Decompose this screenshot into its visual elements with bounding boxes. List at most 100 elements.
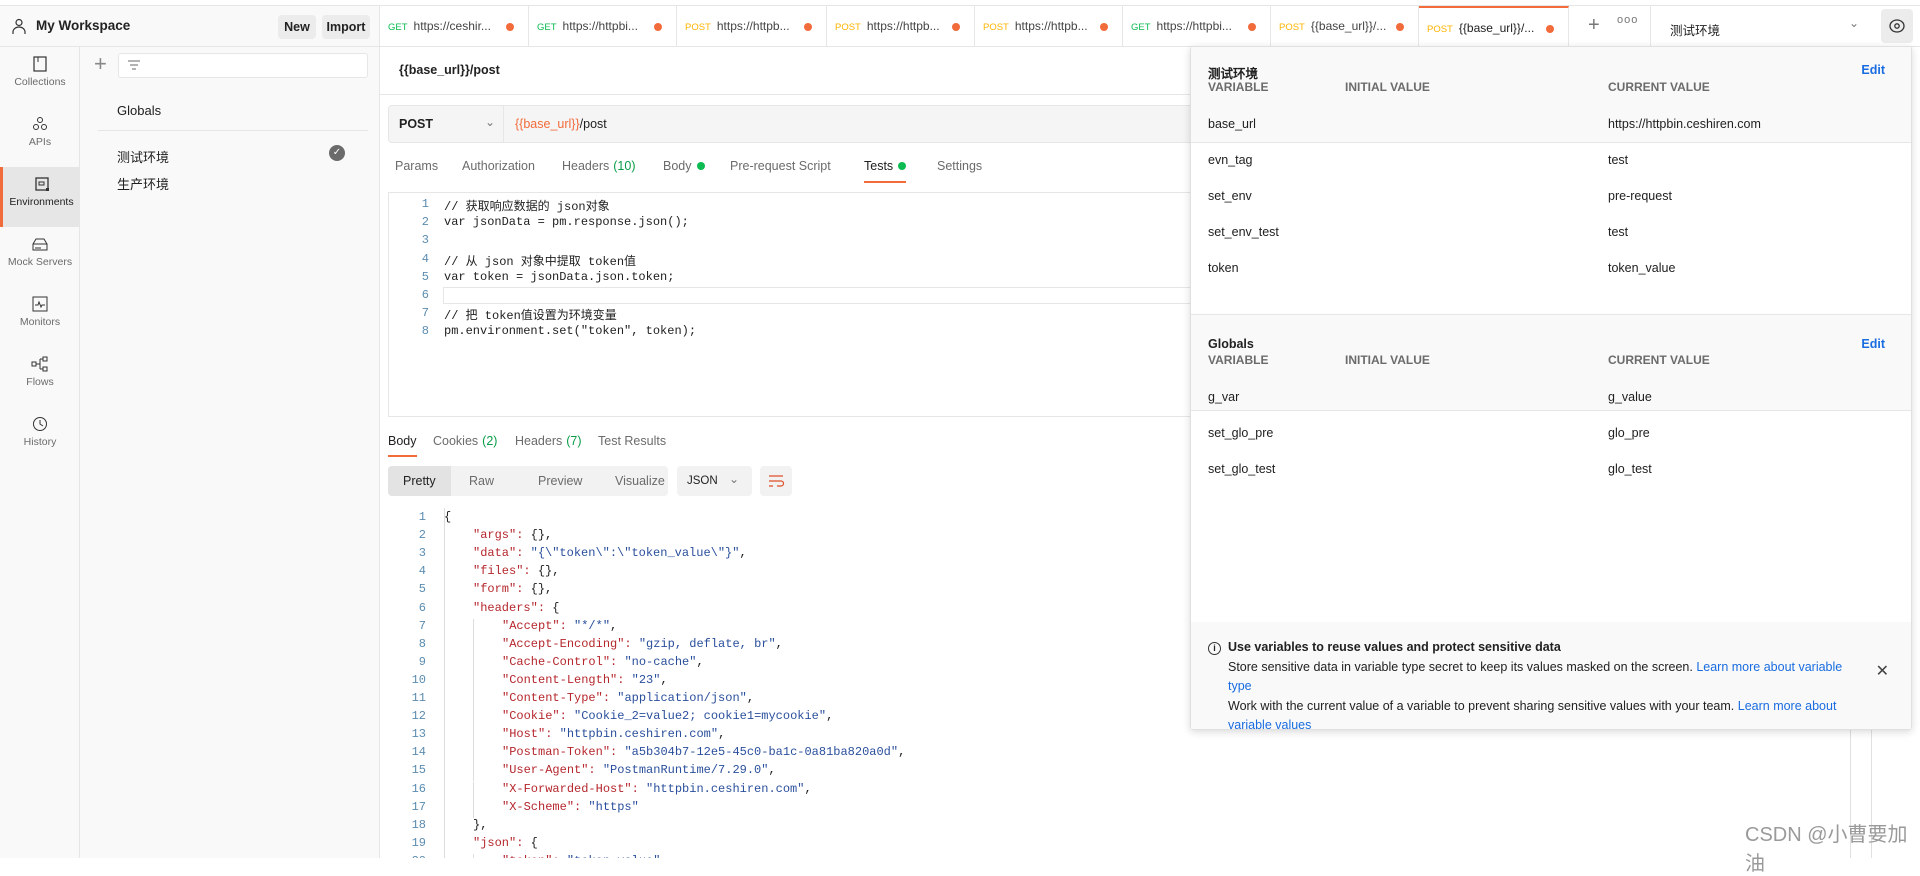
format-select[interactable]: JSON ⌄: [677, 466, 752, 496]
tab-params[interactable]: Params: [395, 159, 438, 173]
request-tab[interactable]: GET https://ceshir...: [380, 6, 529, 47]
active-check-icon[interactable]: ✓: [329, 145, 345, 161]
line-number: 10: [411, 672, 426, 687]
response-tab-body[interactable]: Body: [388, 434, 417, 457]
json-key: Cookie: [509, 709, 553, 724]
variable-value: g_value: [1608, 390, 1652, 404]
json-line: "form": {},: [473, 582, 553, 597]
line-number: 18: [411, 817, 426, 832]
response-tab-cookies[interactable]: Cookies (2): [433, 434, 497, 448]
sidebar-item-apis[interactable]: APIs: [0, 107, 80, 167]
request-tab[interactable]: POST https://httpb...: [677, 6, 827, 47]
filter-input[interactable]: [118, 53, 368, 78]
count-badge: (7): [566, 434, 582, 448]
tab-label: https://httpbi...: [1156, 19, 1232, 33]
json-key: Host: [509, 727, 539, 742]
json-line: "json": {: [473, 835, 538, 850]
more-tabs-icon[interactable]: ooo: [1617, 14, 1638, 26]
edit-environment-link[interactable]: Edit: [1861, 63, 1885, 77]
close-icon[interactable]: ✕: [1876, 662, 1889, 682]
json-line: "token": "token_value": [502, 854, 660, 858]
json-value: PostmanRuntime/7.29.0: [610, 763, 762, 778]
wrap-icon: [769, 475, 785, 487]
current-line-highlight: [443, 287, 1203, 304]
environment-item[interactable]: 生产环境: [117, 174, 169, 193]
request-tab[interactable]: POST https://httpb...: [827, 6, 975, 47]
json-line: "Host": "httpbin.ceshiren.com",: [502, 727, 726, 742]
script-editor[interactable]: 1 // 获取响应数据的 json对象 2 var jsonData = pm.res…: [388, 192, 1203, 417]
eye-icon: [1889, 19, 1905, 33]
response-tab-headers[interactable]: Headers (7): [515, 434, 582, 448]
url-input[interactable]: {{base_url}}/post: [515, 117, 607, 131]
sidebar-item-history[interactable]: History: [0, 407, 80, 467]
line-number: 1: [418, 510, 426, 524]
json-line: "User-Agent": "PostmanRuntime/7.29.0",: [502, 763, 776, 778]
environments-icon: [34, 177, 49, 191]
import-button[interactable]: Import: [322, 15, 370, 39]
line-number: 17: [411, 799, 426, 814]
sidebar-item-mock-servers[interactable]: Mock Servers: [0, 227, 80, 287]
view-preview[interactable]: Preview: [523, 466, 597, 496]
line-number: 19: [411, 835, 426, 850]
environment-quick-look-button[interactable]: [1881, 9, 1913, 43]
info-text: Store sensitive data in variable type se…: [1228, 659, 1843, 694]
tab-tests[interactable]: Tests: [864, 159, 907, 183]
variable-value: glo_test: [1608, 462, 1652, 476]
tab-pre-request-script[interactable]: Pre-request Script: [730, 159, 831, 173]
request-tab[interactable]: POST https://httpb...: [975, 6, 1123, 47]
view-pretty[interactable]: Pretty: [388, 466, 451, 496]
line-number: 7: [421, 306, 429, 321]
sidebar-item-flows[interactable]: Flows: [0, 347, 80, 407]
line-number: 12: [411, 709, 426, 724]
workspace-name[interactable]: My Workspace: [36, 18, 130, 33]
environment-item[interactable]: 测试环境: [117, 147, 169, 166]
json-key: form: [480, 582, 510, 597]
tab-body[interactable]: Body: [663, 159, 705, 173]
code-line: // 从 json 对象中提取 token值: [444, 254, 637, 269]
request-tab[interactable]: POST {{base_url}}/...: [1419, 6, 1569, 47]
sidebar-item-collections[interactable]: Collections: [0, 47, 80, 107]
add-environment-icon[interactable]: +: [94, 51, 107, 77]
line-number: 5: [421, 269, 429, 284]
method-select[interactable]: POST: [399, 117, 433, 131]
json-line: "Accept-Encoding": "gzip, deflate, br",: [502, 636, 783, 651]
new-tab-plus-icon[interactable]: +: [1588, 14, 1600, 37]
new-button[interactable]: New: [278, 15, 316, 39]
json-value: a5b304b7-12e5-45c0-ba1c-0a81ba820a0d: [631, 745, 891, 760]
response-tab-test-results[interactable]: Test Results: [598, 434, 666, 448]
globals-item[interactable]: Globals: [117, 103, 161, 118]
view-toggle: Pretty Raw Preview Visualize: [388, 466, 668, 496]
json-line: "Accept": "*/*",: [502, 618, 618, 633]
line-number: 2: [418, 528, 426, 543]
view-raw[interactable]: Raw: [454, 466, 509, 496]
tab-settings[interactable]: Settings: [937, 159, 982, 173]
request-tab[interactable]: GET https://httpbi...: [529, 6, 677, 47]
method-label: POST: [1279, 22, 1305, 33]
request-tab[interactable]: GET https://httpbi...: [1123, 6, 1271, 47]
view-visualize[interactable]: Visualize: [600, 466, 680, 496]
wrap-lines-button[interactable]: [760, 466, 792, 496]
tab-authorization[interactable]: Authorization: [462, 159, 535, 173]
code-line: var jsonData = pm.response.json();: [444, 215, 689, 230]
variable-name: token: [1208, 261, 1239, 275]
info-text: Work with the current value of a variabl…: [1228, 698, 1837, 733]
method-label: POST: [1427, 24, 1453, 35]
response-body[interactable]: 1 {2 "args": {}, 3 "data": "{\"token\":\"tok…: [380, 508, 1190, 858]
sidebar-item-environments[interactable]: Environments: [0, 167, 80, 227]
unsaved-dot-icon: [1546, 25, 1554, 33]
mock-servers-icon: [32, 238, 48, 251]
line-number: 6: [421, 288, 429, 302]
json-value: httpbin.ceshiren.com: [566, 727, 711, 742]
sidebar-item-label: Mock Servers: [7, 256, 73, 268]
sidebar-item-monitors[interactable]: Monitors: [0, 287, 80, 347]
workspace-header: My Workspace New Import: [0, 6, 380, 47]
json-line: "X-Forwarded-Host": "httpbin.ceshiren.co…: [502, 781, 812, 796]
chevron-down-icon[interactable]: ⌄: [485, 115, 495, 129]
tab-label: https://httpb...: [866, 19, 940, 33]
environment-selector[interactable]: 测试环境: [1670, 20, 1720, 39]
edit-globals-link[interactable]: Edit: [1861, 337, 1885, 351]
tab-headers[interactable]: Headers (10): [562, 159, 635, 173]
chevron-down-icon[interactable]: ⌄: [1849, 16, 1859, 30]
json-key: args: [480, 528, 510, 543]
request-tab[interactable]: POST {{base_url}}/...: [1271, 6, 1419, 47]
